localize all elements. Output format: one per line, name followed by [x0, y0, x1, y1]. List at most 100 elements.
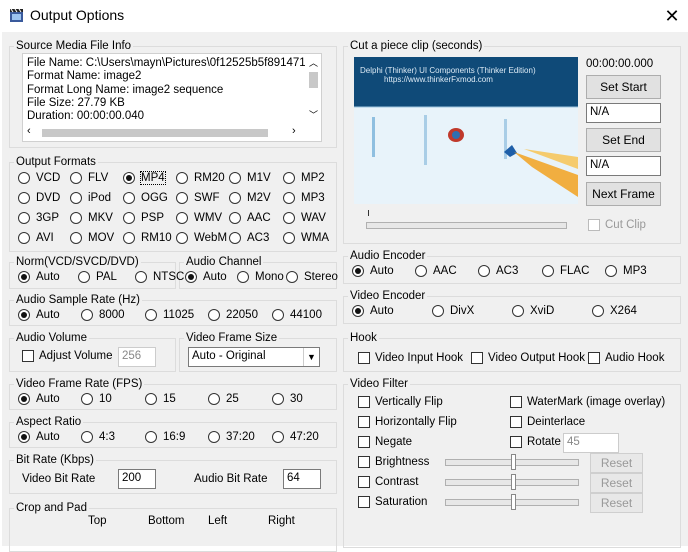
radio-dot[interactable] — [272, 431, 284, 443]
filter-checkbox-negate[interactable]: Negate — [358, 436, 412, 448]
filter-checkbox-saturation[interactable]: Saturation — [358, 496, 427, 508]
radio-dot[interactable] — [123, 212, 135, 224]
filter-checkbox-watermark-image-overlay[interactable]: WaterMark (image overlay) — [510, 396, 665, 408]
filter-checkbox-horizontally-flip[interactable]: Horizontally Flip — [358, 416, 457, 428]
checkbox-box[interactable] — [588, 219, 600, 231]
radio-dot[interactable] — [18, 431, 30, 443]
format-radio-3gp[interactable]: 3GP — [18, 212, 59, 224]
reset-button[interactable]: Reset — [590, 493, 643, 513]
radio-dot[interactable] — [78, 271, 90, 283]
set-start-button[interactable]: Set Start — [586, 75, 661, 99]
radio-dot[interactable] — [18, 232, 30, 244]
sample-rate-radio-11025[interactable]: 11025 — [145, 309, 194, 321]
video-encoder-radio-xvid[interactable]: XviD — [512, 305, 554, 317]
checkbox-box[interactable] — [358, 396, 370, 408]
volume-input[interactable]: 256 — [118, 347, 156, 367]
sample-rate-radio-44100[interactable]: 44100 — [272, 309, 322, 321]
format-radio-rm10[interactable]: RM10 — [123, 232, 172, 244]
format-radio-flv[interactable]: FLV — [70, 172, 108, 184]
radio-dot[interactable] — [229, 232, 241, 244]
radio-dot[interactable] — [18, 309, 30, 321]
next-frame-button[interactable]: Next Frame — [586, 182, 661, 206]
rotate-input[interactable]: 45 — [563, 433, 619, 453]
cut-clip-checkbox[interactable]: Cut Clip — [588, 219, 646, 231]
filter-checkbox-brightness[interactable]: Brightness — [358, 456, 429, 468]
format-radio-ogg[interactable]: OGG — [123, 192, 168, 204]
radio-dot[interactable] — [70, 172, 82, 184]
radio-dot[interactable] — [18, 393, 30, 405]
format-radio-ac3[interactable]: AC3 — [229, 232, 269, 244]
aspect-radio-47-20[interactable]: 47:20 — [272, 431, 319, 443]
radio-dot[interactable] — [18, 192, 30, 204]
radio-dot[interactable] — [605, 265, 617, 277]
audio-bitrate-input[interactable]: 64 — [283, 469, 321, 489]
hook-checkbox-video-output-hook[interactable]: Video Output Hook — [471, 352, 585, 364]
radio-dot[interactable] — [185, 271, 197, 283]
aspect-radio-37-20[interactable]: 37:20 — [208, 431, 255, 443]
format-radio-mp3[interactable]: MP3 — [283, 192, 325, 204]
radio-dot[interactable] — [237, 271, 249, 283]
audio-channel-radio-stereo[interactable]: Stereo — [286, 271, 338, 283]
checkbox-box[interactable] — [358, 436, 370, 448]
checkbox-box[interactable] — [22, 350, 34, 362]
format-radio-swf[interactable]: SWF — [176, 192, 220, 204]
radio-dot[interactable] — [18, 271, 30, 283]
aspect-radio-4-3[interactable]: 4:3 — [81, 431, 115, 443]
filter-checkbox-rotate[interactable]: Rotate — [510, 436, 561, 448]
video-encoder-radio-divx[interactable]: DivX — [432, 305, 474, 317]
radio-dot[interactable] — [81, 393, 93, 405]
radio-dot[interactable] — [272, 309, 284, 321]
reset-button[interactable]: Reset — [590, 473, 643, 493]
hook-checkbox-audio-hook[interactable]: Audio Hook — [588, 352, 664, 364]
radio-dot[interactable] — [176, 212, 188, 224]
radio-dot[interactable] — [123, 192, 135, 204]
radio-dot[interactable] — [229, 172, 241, 184]
horizontal-scrollbar[interactable]: ‹ › — [25, 125, 306, 140]
aspect-radio-16-9[interactable]: 16:9 — [145, 431, 185, 443]
audio-encoder-radio-auto[interactable]: Auto — [352, 265, 394, 277]
frame-rate-radio-auto[interactable]: Auto — [18, 393, 60, 405]
filter-checkbox-contrast[interactable]: Contrast — [358, 476, 418, 488]
aspect-radio-auto[interactable]: Auto — [18, 431, 60, 443]
sample-rate-radio-22050[interactable]: 22050 — [208, 309, 258, 321]
vertical-scrollbar[interactable]: ︿ ﹀ — [306, 56, 321, 123]
radio-dot[interactable] — [283, 212, 295, 224]
filter-slider-thumb[interactable] — [511, 474, 516, 490]
radio-dot[interactable] — [18, 172, 30, 184]
radio-dot[interactable] — [176, 232, 188, 244]
checkbox-box[interactable] — [358, 416, 370, 428]
scroll-down-icon[interactable]: ﹀ — [309, 108, 318, 121]
radio-dot[interactable] — [478, 265, 490, 277]
scroll-hthumb[interactable] — [42, 129, 268, 137]
radio-dot[interactable] — [352, 265, 364, 277]
radio-dot[interactable] — [145, 309, 157, 321]
format-radio-mov[interactable]: MOV — [70, 232, 114, 244]
checkbox-box[interactable] — [588, 352, 600, 364]
format-radio-m2v[interactable]: M2V — [229, 192, 271, 204]
checkbox-box[interactable] — [358, 456, 370, 468]
format-radio-psp[interactable]: PSP — [123, 212, 164, 224]
radio-dot[interactable] — [123, 232, 135, 244]
norm-radio-pal[interactable]: PAL — [78, 271, 117, 283]
scroll-up-icon[interactable]: ︿ — [309, 56, 318, 69]
video-bitrate-input[interactable]: 200 — [118, 469, 156, 489]
filter-checkbox-deinterlace[interactable]: Deinterlace — [510, 416, 585, 428]
radio-dot[interactable] — [135, 271, 147, 283]
checkbox-box[interactable] — [510, 416, 522, 428]
frame-rate-radio-10[interactable]: 10 — [81, 393, 112, 405]
hook-checkbox-video-input-hook[interactable]: Video Input Hook — [358, 352, 463, 364]
audio-encoder-radio-aac[interactable]: AAC — [415, 265, 457, 277]
slider-track[interactable] — [366, 222, 567, 229]
radio-dot[interactable] — [208, 393, 220, 405]
checkbox-box[interactable] — [358, 352, 370, 364]
radio-dot[interactable] — [352, 305, 364, 317]
format-radio-wav[interactable]: WAV — [283, 212, 326, 224]
radio-dot[interactable] — [81, 309, 93, 321]
checkbox-box[interactable] — [510, 396, 522, 408]
audio-channel-radio-auto[interactable]: Auto — [185, 271, 227, 283]
radio-dot[interactable] — [283, 232, 295, 244]
audio-encoder-radio-flac[interactable]: FLAC — [542, 265, 589, 277]
radio-dot[interactable] — [208, 309, 220, 321]
scroll-left-icon[interactable]: ‹ — [27, 125, 31, 137]
format-radio-wmv[interactable]: WMV — [176, 212, 222, 224]
